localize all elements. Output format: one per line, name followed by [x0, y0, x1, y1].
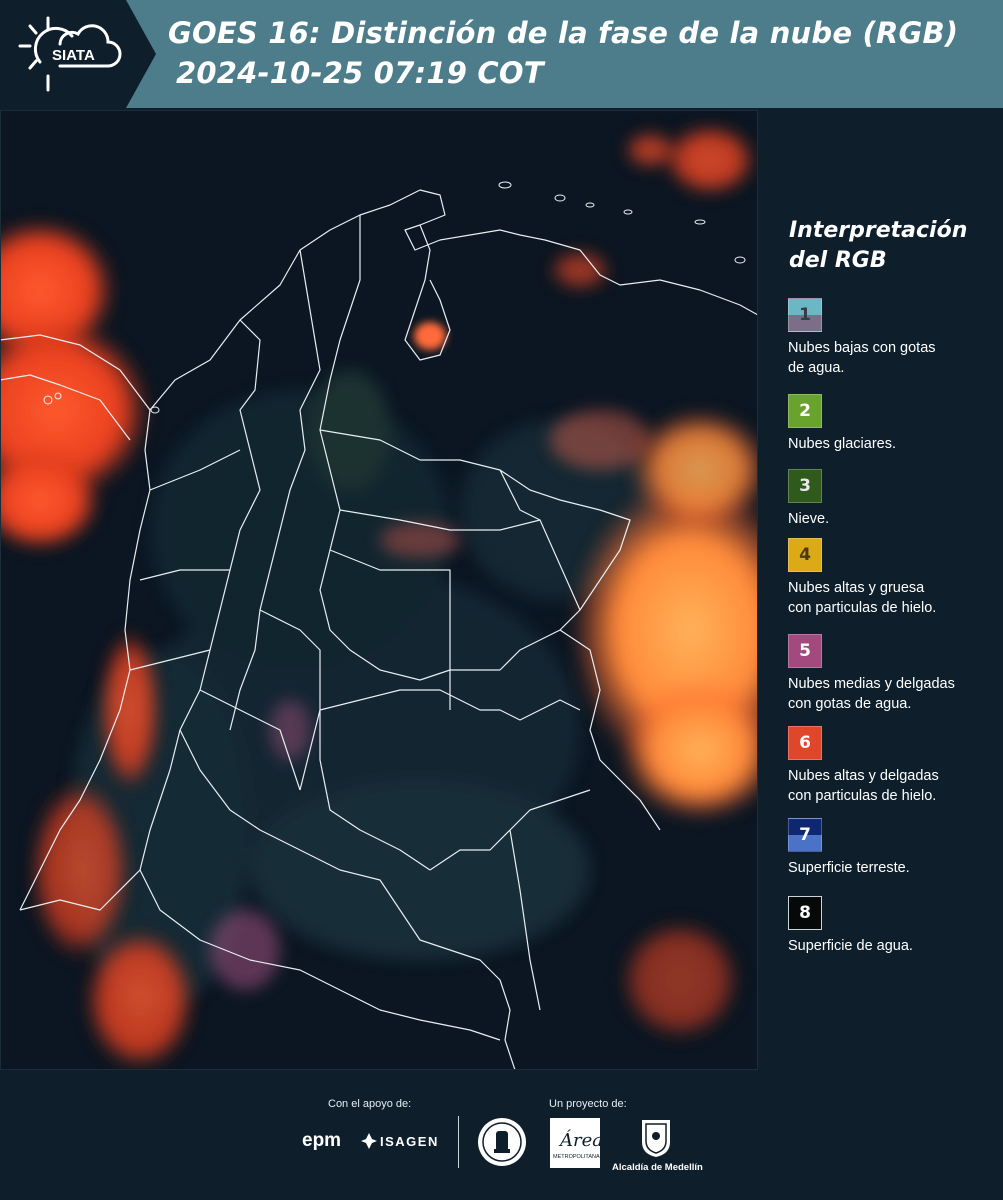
area-metropolitana-text: METROPOLITANA — [553, 1154, 600, 1160]
support-label: Con el apoyo de: — [328, 1098, 412, 1110]
legend-item-8: 8 Superficie de agua. — [788, 896, 1000, 956]
svg-text:Área: Área — [558, 1128, 600, 1151]
legend-swatch-4: 4 — [788, 538, 822, 572]
legend-description-8: Superficie de agua. — [788, 936, 1000, 956]
legend-number-8: 8 — [799, 903, 811, 923]
legend-desc-5-line1: Nubes medias y delgadas — [788, 676, 955, 692]
epm-logo: epm — [302, 1130, 342, 1151]
siata-logo: SIATA — [0, 0, 156, 108]
legend-desc-1-line2: de agua. — [788, 360, 845, 376]
legend-item-5: 5 Nubes medias y delgadas con gotas de a… — [788, 634, 1000, 714]
legend-swatch-8: 8 — [788, 896, 822, 930]
logo-text: SIATA — [52, 47, 95, 64]
page-title: GOES 16: Distinción de la fase de la nub… — [168, 16, 959, 50]
legend-desc-7-line1: Superficie terreste. — [788, 860, 910, 876]
legend-description-6: Nubes altas y delgadas con particulas de… — [788, 766, 1000, 806]
alcaldia-logo-text: Alcaldía de Medellín — [612, 1162, 703, 1173]
legend-swatch-3: 3 — [788, 469, 822, 503]
legend-number-4: 4 — [799, 545, 811, 565]
legend-swatch-2: 2 — [788, 394, 822, 428]
legend-title: Interpretación del RGB — [789, 216, 989, 276]
header-bar: SIATA GOES 16: Distinción de la fase de … — [0, 0, 1003, 108]
timestamp: 2024-10-25 07:19 COT — [176, 56, 544, 90]
project-label: Un proyecto de: — [549, 1098, 627, 1110]
peninsula-cloud — [414, 322, 446, 350]
legend-desc-6-line1: Nubes altas y delgadas — [788, 768, 939, 784]
legend-desc-4-line1: Nubes altas y gruesa — [788, 580, 925, 596]
legend-number-7: 7 — [799, 825, 811, 845]
area-metropolitana-logo: Área METROPOLITANA — [550, 1118, 600, 1168]
alcaldia-shield-logo — [642, 1120, 670, 1157]
footer-divider — [458, 1116, 459, 1168]
legend-description-5: Nubes medias y delgadas con gotas de agu… — [788, 674, 1000, 714]
legend-desc-4-line2: con particulas de hielo. — [788, 600, 937, 616]
legend-desc-6-line2: con particulas de hielo. — [788, 788, 937, 804]
legend-swatch-1: 1 — [788, 298, 822, 332]
legend-desc-3-line1: Nieve. — [788, 511, 830, 527]
legend-title-line2: del RGB — [789, 248, 887, 273]
legend-swatch-7: 7 — [788, 818, 822, 852]
legend-swatch-6: 6 — [788, 726, 822, 760]
legend-description-2: Nubes glaciares. — [788, 434, 1000, 454]
legend-desc-5-line2: con gotas de agua. — [788, 696, 912, 712]
legend-desc-8-line1: Superficie de agua. — [788, 938, 913, 954]
legend-item-4: 4 Nubes altas y gruesa con particulas de… — [788, 538, 1000, 618]
legend-number-6: 6 — [799, 733, 811, 753]
legend-item-1: 1 Nubes bajas con gotas de agua. — [788, 298, 1000, 378]
legend-item-6: 6 Nubes altas y delgadas con particulas … — [788, 726, 1000, 806]
legend-title-line1: Interpretación — [789, 218, 968, 243]
legend-number-2: 2 — [799, 401, 811, 421]
footer: Con el apoyo de: Un proyecto de: epm ISA… — [0, 1070, 1003, 1200]
legend-description-7: Superficie terreste. — [788, 858, 1000, 878]
isagen-logo: ISAGEN — [380, 1134, 439, 1149]
legend-panel: Interpretación del RGB 1 Nubes bajas con… — [760, 110, 1003, 1070]
legend-swatch-5: 5 — [788, 634, 822, 668]
legend-item-2: 2 Nubes glaciares. — [788, 394, 1000, 454]
legend-item-3: 3 Nieve. — [788, 469, 1000, 529]
satellite-map — [0, 110, 758, 1070]
legend-number-5: 5 — [799, 641, 811, 661]
seal-logo — [478, 1118, 526, 1166]
legend-desc-1-line1: Nubes bajas con gotas — [788, 340, 936, 356]
legend-description-1: Nubes bajas con gotas de agua. — [788, 338, 1000, 378]
legend-description-3: Nieve. — [788, 509, 1000, 529]
legend-item-7: 7 Superficie terreste. — [788, 818, 1000, 878]
legend-number-3: 3 — [799, 476, 811, 496]
legend-desc-2-line1: Nubes glaciares. — [788, 436, 896, 452]
legend-description-4: Nubes altas y gruesa con particulas de h… — [788, 578, 1000, 618]
isagen-icon — [361, 1133, 377, 1149]
legend-number-1: 1 — [799, 305, 811, 325]
